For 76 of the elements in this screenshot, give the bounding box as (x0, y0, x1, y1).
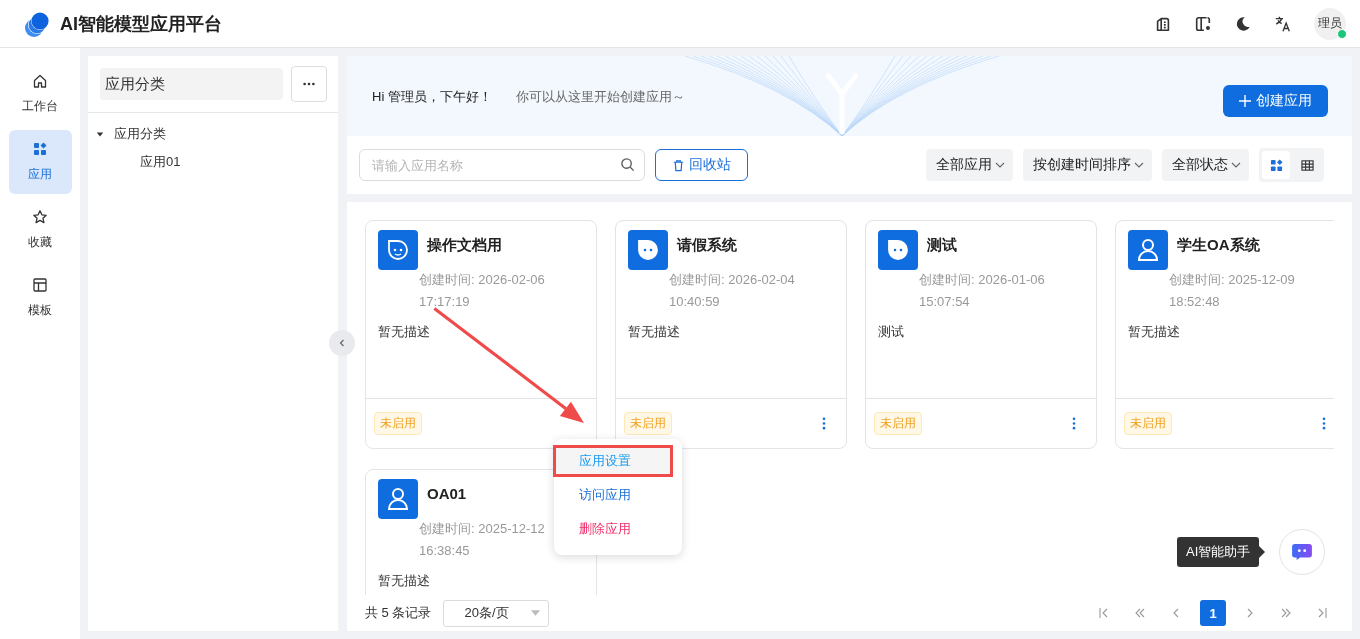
search-icon (620, 157, 635, 172)
robot-face-icon (378, 230, 418, 270)
more-icon (302, 82, 316, 86)
created-time: 创建时间: 2026-02-06 17:17:19 (419, 271, 546, 311)
status-tag: 未启用 (624, 412, 672, 435)
recycle-bin-button[interactable]: 回收站 (655, 149, 748, 181)
app-description: 测试 (878, 323, 904, 341)
created-time: 创建时间: 2026-01-06 15:07:54 (919, 271, 1046, 311)
page-button[interactable]: 1 (1200, 600, 1226, 626)
more-vertical-icon[interactable] (1072, 417, 1076, 430)
filter-dropdown[interactable]: 全部状态 (1162, 149, 1249, 181)
app-description: 暂无描述 (378, 572, 430, 590)
plus-icon (1239, 95, 1251, 107)
app-description: 暂无描述 (628, 323, 680, 341)
robot-face-icon (878, 230, 918, 270)
app-description: 暂无描述 (1128, 323, 1180, 341)
grid-icon (1269, 158, 1283, 172)
filter-dropdown[interactable]: 按创建时间排序 (1023, 149, 1152, 181)
moon-icon[interactable] (1234, 14, 1252, 33)
nav-item[interactable]: 应用 (8, 130, 72, 194)
last-page-icon[interactable] (1316, 607, 1328, 619)
status-tag: 未启用 (1124, 412, 1172, 435)
app-name: 请假系统 (677, 235, 737, 255)
tooltip-pointer-icon (1259, 546, 1266, 558)
category-title: 应用分类 (100, 68, 283, 100)
caret-down-icon (531, 610, 541, 616)
create-app-button[interactable]: 创建应用 (1223, 85, 1328, 117)
page-size-select[interactable]: 20条/页 (443, 599, 550, 627)
app-name: 学生OA系统 (1177, 235, 1260, 255)
robot-face-icon (628, 230, 668, 270)
app-card[interactable]: 学生OA系统 创建时间: 2025-12-09 18:52:48 暂无描述 未启用 (1115, 220, 1334, 449)
more-vertical-icon[interactable] (1322, 417, 1326, 430)
person-icon (378, 479, 418, 519)
chevron-left-icon (338, 338, 346, 348)
app-title: AI智能模型应用平台 (60, 12, 222, 36)
nav-item[interactable]: 模板 (8, 266, 72, 330)
filter-dropdown[interactable]: 全部应用 (926, 149, 1013, 181)
assistant-tooltip: AI智能助手 (1177, 537, 1260, 567)
star-icon (32, 209, 48, 225)
total-records: 共 5 条记录 (365, 604, 432, 622)
person-icon (1128, 230, 1168, 270)
trash-icon (672, 158, 685, 172)
chevron-down-icon (1134, 162, 1144, 168)
card-view-button[interactable] (1262, 151, 1290, 179)
created-time: 创建时间: 2025-12-09 18:52:48 (1169, 271, 1296, 311)
tree-item[interactable]: 应用01 (88, 147, 181, 177)
chevron-down-icon (1231, 162, 1241, 168)
chat-bubble-icon (1291, 543, 1314, 561)
table-icon (1300, 158, 1314, 172)
nav-item[interactable]: 收藏 (8, 198, 72, 262)
grid-icon (32, 141, 48, 157)
app-description: 暂无描述 (378, 323, 430, 341)
home-icon (32, 73, 48, 89)
app-name: 测试 (927, 235, 957, 255)
app-card[interactable]: 测试 创建时间: 2026-01-06 15:07:54 测试 未启用 (865, 220, 1097, 449)
tree-item[interactable]: 应用分类 (88, 121, 338, 147)
more-vertical-icon[interactable] (822, 417, 826, 430)
app-name: 操作文档用 (427, 235, 502, 255)
status-tag: 未启用 (874, 412, 922, 435)
search-field[interactable]: 请输入应用名称 (359, 149, 645, 181)
layout-icon (32, 277, 48, 293)
user-avatar[interactable]: 理员 (1314, 7, 1346, 40)
hint-text: 你可以从这里开始创建应用～ (515, 88, 685, 106)
nav-item[interactable]: 工作台 (8, 62, 72, 126)
created-time: 创建时间: 2025-12-12 16:38:45 (419, 520, 546, 560)
status-tag: 未启用 (374, 412, 422, 435)
layout-settings-icon[interactable] (1194, 14, 1212, 33)
caret-down-icon (96, 130, 104, 138)
chevron-down-icon (995, 162, 1005, 168)
created-time: 创建时间: 2026-02-04 10:40:59 (669, 271, 796, 311)
translate-icon[interactable] (1274, 14, 1292, 33)
first-page-icon[interactable] (1098, 607, 1110, 619)
double-chevron-left-icon[interactable] (1134, 607, 1146, 619)
greeting-text: Hi 管理员，下午好！ (372, 88, 492, 106)
double-chevron-right-icon[interactable] (1280, 607, 1292, 619)
app-name: OA01 (427, 484, 467, 504)
